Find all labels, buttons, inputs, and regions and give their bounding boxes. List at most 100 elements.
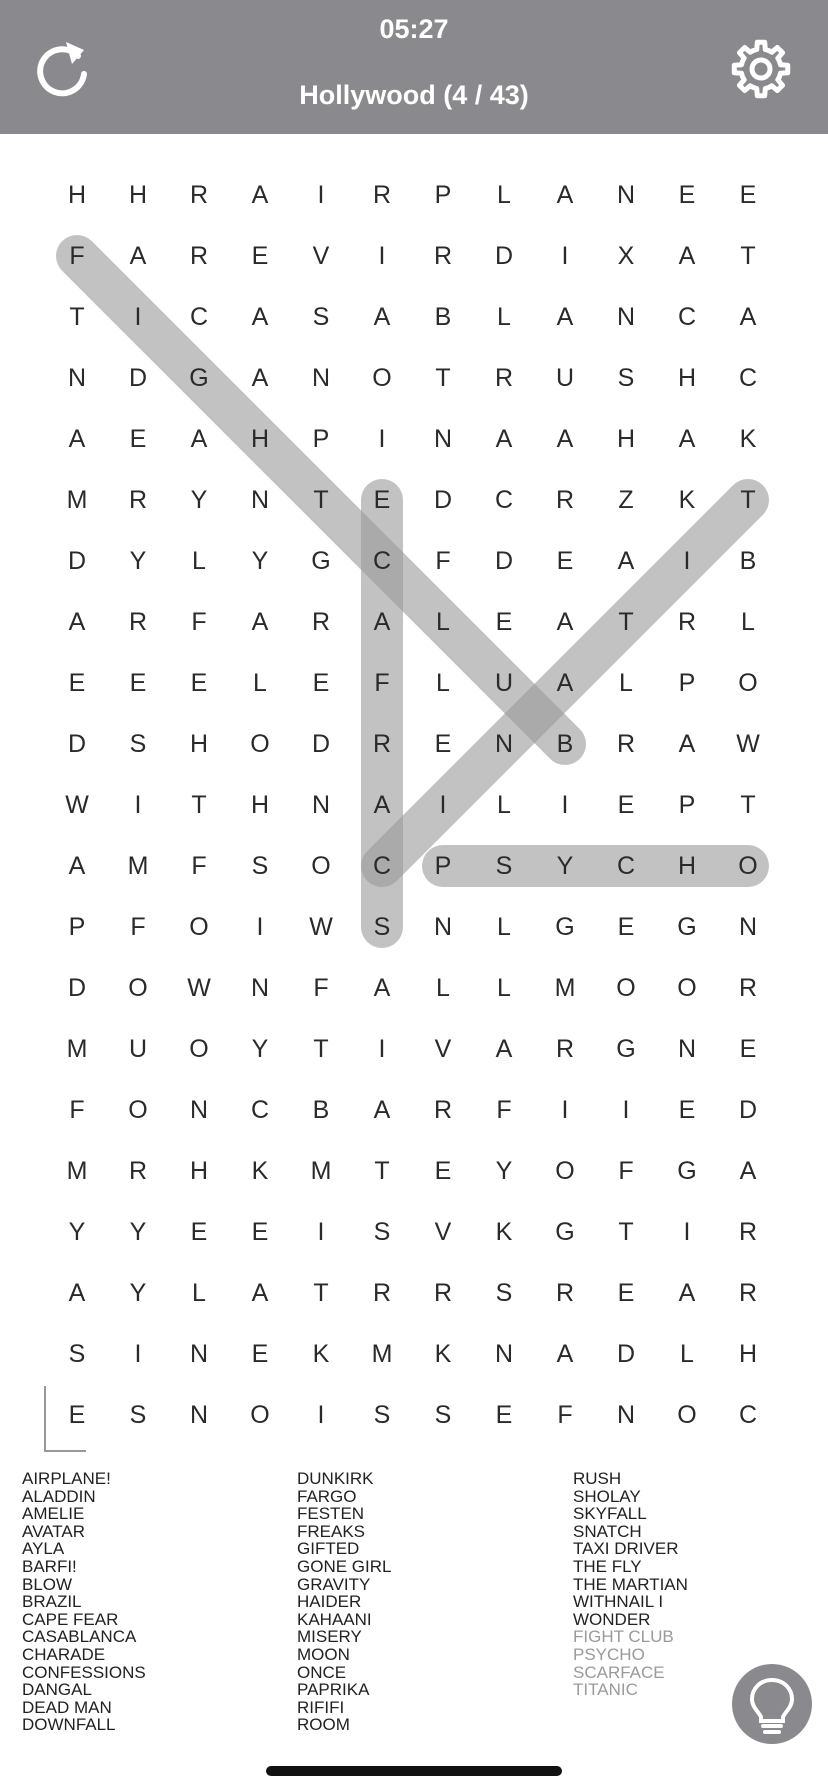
grid-cell[interactable]: Y	[108, 1202, 168, 1262]
grid-cell[interactable]: R	[291, 592, 351, 652]
grid-cell[interactable]: K	[230, 1141, 290, 1201]
grid-cell[interactable]: N	[413, 409, 473, 469]
grid-cell[interactable]: E	[718, 165, 778, 225]
grid-cell[interactable]: I	[535, 1080, 595, 1140]
grid-cell[interactable]: A	[230, 165, 290, 225]
grid-cell[interactable]: H	[169, 714, 229, 774]
grid-cell[interactable]: F	[596, 1141, 656, 1201]
grid-cell[interactable]: I	[352, 1019, 412, 1079]
grid-cell[interactable]: X	[596, 226, 656, 286]
grid-cell[interactable]: R	[413, 226, 473, 286]
grid-cell[interactable]: K	[657, 470, 717, 530]
grid-cell[interactable]: H	[718, 1324, 778, 1384]
grid-cell[interactable]: R	[413, 1263, 473, 1323]
grid-cell[interactable]: R	[718, 958, 778, 1018]
grid-cell[interactable]: N	[474, 714, 534, 774]
grid-cell[interactable]: C	[169, 287, 229, 347]
grid-cell[interactable]: G	[535, 1202, 595, 1262]
grid-cell[interactable]: Y	[474, 1141, 534, 1201]
grid-cell[interactable]: W	[718, 714, 778, 774]
grid-cell[interactable]: N	[596, 287, 656, 347]
grid-cell[interactable]: R	[535, 470, 595, 530]
grid-cell[interactable]: P	[413, 836, 473, 896]
grid-cell[interactable]: R	[352, 1263, 412, 1323]
grid-cell[interactable]: R	[535, 1019, 595, 1079]
grid-cell[interactable]: P	[291, 409, 351, 469]
grid-cell[interactable]: T	[596, 592, 656, 652]
grid-cell[interactable]: B	[718, 531, 778, 591]
grid-cell[interactable]: P	[657, 775, 717, 835]
grid-cell[interactable]: D	[108, 348, 168, 408]
grid-cell[interactable]: K	[718, 409, 778, 469]
grid-cell[interactable]: P	[413, 165, 473, 225]
grid-cell[interactable]: F	[169, 836, 229, 896]
grid-cell[interactable]: R	[596, 714, 656, 774]
grid-cell[interactable]: Y	[230, 1019, 290, 1079]
grid-cell[interactable]: C	[718, 348, 778, 408]
grid-cell[interactable]: D	[47, 958, 107, 1018]
grid-cell[interactable]: A	[474, 409, 534, 469]
grid-cell[interactable]: O	[108, 958, 168, 1018]
grid-cell[interactable]: G	[535, 897, 595, 957]
grid-cell[interactable]: L	[718, 592, 778, 652]
grid-cell[interactable]: M	[47, 470, 107, 530]
grid-cell[interactable]: F	[474, 1080, 534, 1140]
grid-cell[interactable]: A	[657, 1263, 717, 1323]
grid-cell[interactable]: L	[474, 165, 534, 225]
grid-cell[interactable]: Z	[596, 470, 656, 530]
grid-cell[interactable]: I	[413, 775, 473, 835]
grid-cell[interactable]: Y	[230, 531, 290, 591]
grid-cell[interactable]: O	[657, 1385, 717, 1445]
grid-cell[interactable]: N	[596, 1385, 656, 1445]
grid-cell[interactable]: N	[291, 775, 351, 835]
grid-cell[interactable]: C	[352, 836, 412, 896]
grid-cell[interactable]: I	[291, 1385, 351, 1445]
grid-cell[interactable]: G	[169, 348, 229, 408]
grid-cell[interactable]: N	[169, 1385, 229, 1445]
grid-cell[interactable]: A	[535, 409, 595, 469]
grid-cell[interactable]: E	[108, 409, 168, 469]
grid-cell[interactable]: T	[291, 1263, 351, 1323]
grid-cell[interactable]: A	[657, 409, 717, 469]
grid-cell[interactable]: L	[169, 531, 229, 591]
grid-cell[interactable]: S	[474, 836, 534, 896]
grid-cell[interactable]: A	[352, 1080, 412, 1140]
grid-cell[interactable]: U	[535, 348, 595, 408]
grid-cell[interactable]: R	[108, 592, 168, 652]
grid-cell[interactable]: E	[108, 653, 168, 713]
grid-cell[interactable]: B	[413, 287, 473, 347]
grid-cell[interactable]: T	[47, 287, 107, 347]
grid-cell[interactable]: L	[657, 1324, 717, 1384]
grid-cell[interactable]: L	[413, 958, 473, 1018]
grid-cell[interactable]: A	[230, 592, 290, 652]
grid-cell[interactable]: D	[596, 1324, 656, 1384]
grid-cell[interactable]: E	[474, 1385, 534, 1445]
grid-cell[interactable]: C	[352, 531, 412, 591]
grid-cell[interactable]: E	[291, 653, 351, 713]
grid-cell[interactable]: A	[230, 348, 290, 408]
grid-cell[interactable]: N	[718, 897, 778, 957]
grid-cell[interactable]: E	[718, 1019, 778, 1079]
grid-cell[interactable]: A	[352, 287, 412, 347]
grid-cell[interactable]: I	[535, 775, 595, 835]
hint-button[interactable]	[732, 1664, 812, 1744]
grid-cell[interactable]: A	[47, 409, 107, 469]
grid-cell[interactable]: B	[291, 1080, 351, 1140]
grid-cell[interactable]: R	[535, 1263, 595, 1323]
grid-cell[interactable]: A	[47, 836, 107, 896]
grid-cell[interactable]: F	[169, 592, 229, 652]
grid-cell[interactable]: S	[352, 897, 412, 957]
grid-cell[interactable]: R	[474, 348, 534, 408]
grid-cell[interactable]: C	[596, 836, 656, 896]
grid-cell[interactable]: T	[718, 470, 778, 530]
grid-cell[interactable]: L	[474, 775, 534, 835]
grid-cell[interactable]: I	[108, 1324, 168, 1384]
grid-cell[interactable]: D	[474, 531, 534, 591]
grid-cell[interactable]: E	[169, 1202, 229, 1262]
grid-cell[interactable]: I	[352, 226, 412, 286]
grid-cell[interactable]: G	[657, 1141, 717, 1201]
grid-cell[interactable]: A	[535, 165, 595, 225]
grid-cell[interactable]: P	[657, 653, 717, 713]
grid-cell[interactable]: I	[596, 1080, 656, 1140]
grid-cell[interactable]: E	[535, 531, 595, 591]
